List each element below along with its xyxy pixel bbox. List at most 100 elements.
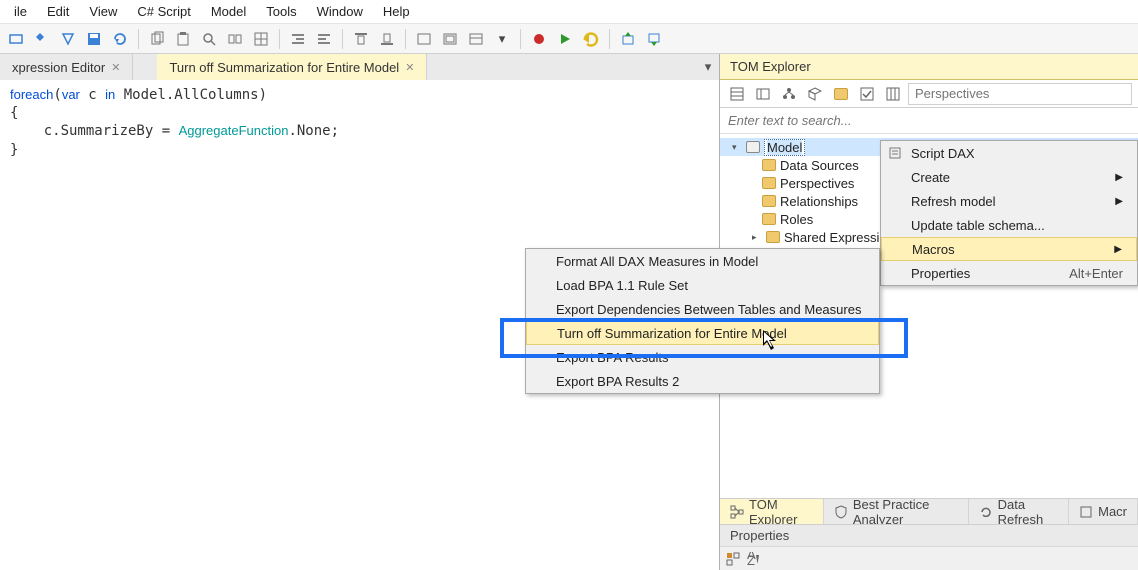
menu-bar: ile Edit View C# Script Model Tools Wind… — [0, 0, 1138, 24]
tree-label: Relationships — [780, 194, 858, 209]
ctx-macros[interactable]: Macros ▶ — [881, 237, 1137, 261]
folder-icon — [762, 213, 776, 225]
refresh-icon — [979, 505, 993, 519]
tree-icon — [730, 505, 744, 519]
ctx-label: Properties — [911, 266, 970, 281]
btab-macros[interactable]: Macr — [1069, 499, 1138, 524]
align-top-icon[interactable] — [349, 27, 373, 51]
ctx-refresh-model[interactable]: Refresh model ▶ — [881, 189, 1137, 213]
ctx-label: Script DAX — [911, 146, 975, 161]
submenu-arrow-icon: ▶ — [1115, 172, 1123, 183]
refresh-icon[interactable] — [108, 27, 132, 51]
tab-label: Macr — [1098, 504, 1127, 519]
btab-bpa[interactable]: Best Practice Analyzer — [824, 499, 969, 524]
menu-model[interactable]: Model — [201, 2, 256, 21]
ctx-label: Macros — [912, 242, 955, 257]
separator — [279, 29, 280, 49]
view-compact-icon[interactable] — [752, 83, 774, 105]
record-icon[interactable] — [527, 27, 551, 51]
view-check-icon[interactable] — [856, 83, 878, 105]
panel2-icon[interactable] — [438, 27, 462, 51]
view-columns-icon[interactable] — [882, 83, 904, 105]
copy-icon[interactable] — [145, 27, 169, 51]
close-icon[interactable]: ✕ — [111, 61, 120, 74]
macro-turn-off-summarization[interactable]: Turn off Summarization for Entire Model — [526, 321, 879, 345]
play-icon[interactable] — [553, 27, 577, 51]
panel3-icon[interactable] — [464, 27, 488, 51]
dropdown-icon[interactable]: ▾ — [490, 27, 514, 51]
btab-refresh[interactable]: Data Refresh — [969, 499, 1069, 524]
btab-tom-explorer[interactable]: TOM Explorer — [720, 499, 824, 524]
menu-tools[interactable]: Tools — [256, 2, 306, 21]
folder-icon[interactable] — [830, 83, 852, 105]
context-menu-macros: Format All DAX Measures in Model Load BP… — [525, 248, 880, 394]
menu-script[interactable]: C# Script — [127, 2, 200, 21]
ctx-script-dax[interactable]: Script DAX — [881, 141, 1137, 165]
menu-view[interactable]: View — [79, 2, 127, 21]
ctx-shortcut: Alt+Enter — [1045, 266, 1123, 281]
folder-icon — [762, 177, 776, 189]
collapse-icon[interactable]: ▾ — [732, 142, 742, 153]
ctx-label: Export BPA Results 2 — [556, 374, 679, 389]
undo-script-icon[interactable] — [579, 27, 603, 51]
categorize-icon[interactable] — [726, 552, 740, 566]
separator — [138, 29, 139, 49]
ctx-label: Export Dependencies Between Tables and M… — [556, 302, 861, 317]
macro-export-deps[interactable]: Export Dependencies Between Tables and M… — [526, 297, 879, 321]
explorer-bottom-tabs: TOM Explorer Best Practice Analyzer Data… — [720, 498, 1138, 524]
ctx-properties[interactable]: Properties Alt+Enter — [881, 261, 1137, 285]
panel1-icon[interactable] — [412, 27, 436, 51]
indent-icon[interactable] — [286, 27, 310, 51]
tab-overflow-icon[interactable]: ▾ — [697, 54, 719, 80]
perspectives-input[interactable] — [908, 83, 1132, 105]
separator — [520, 29, 521, 49]
grid-icon[interactable] — [249, 27, 273, 51]
tab-macro[interactable]: Turn off Summarization for Entire Model … — [157, 54, 427, 80]
tab-label: Best Practice Analyzer — [853, 497, 958, 527]
view-list-icon[interactable] — [726, 83, 748, 105]
close-icon[interactable]: ✕ — [405, 61, 414, 74]
search-icon[interactable] — [197, 27, 221, 51]
import-icon[interactable] — [616, 27, 640, 51]
menu-edit[interactable]: Edit — [37, 2, 79, 21]
macro-format-dax[interactable]: Format All DAX Measures in Model — [526, 249, 879, 273]
ctx-label: Refresh model — [911, 194, 996, 209]
paste-icon[interactable] — [171, 27, 195, 51]
submenu-arrow-icon: ▶ — [1115, 196, 1123, 207]
explorer-search-input[interactable] — [720, 108, 1138, 133]
menu-help[interactable]: Help — [373, 2, 420, 21]
tab-label: TOM Explorer — [749, 497, 813, 527]
separator — [609, 29, 610, 49]
ctx-update-schema[interactable]: Update table schema... — [881, 213, 1137, 237]
deploy-icon[interactable] — [56, 27, 80, 51]
outdent-icon[interactable] — [312, 27, 336, 51]
ctx-create[interactable]: Create ▶ — [881, 165, 1137, 189]
align-bottom-icon[interactable] — [375, 27, 399, 51]
connect-icon[interactable] — [4, 27, 28, 51]
properties-title: Properties — [720, 524, 1138, 546]
macro-export-bpa-2[interactable]: Export BPA Results 2 — [526, 369, 879, 393]
tab-expression-editor[interactable]: xpression Editor ✕ — [0, 54, 133, 80]
export-icon[interactable] — [642, 27, 666, 51]
model-icon — [746, 141, 760, 153]
editor-tabstrip: xpression Editor ✕ Turn off Summarizatio… — [0, 54, 719, 80]
view-cube-icon[interactable] — [804, 83, 826, 105]
tree-label: Perspectives — [780, 176, 854, 191]
expand-icon[interactable]: ▸ — [752, 232, 762, 243]
menu-file[interactable]: ile — [4, 2, 37, 21]
tab-label: Data Refresh — [998, 497, 1058, 527]
open-icon[interactable] — [30, 27, 54, 51]
folder-icon — [766, 231, 780, 243]
sort-icon[interactable]: AZ — [746, 552, 760, 566]
separator — [342, 29, 343, 49]
view-tree-icon[interactable] — [778, 83, 800, 105]
folder-icon — [762, 195, 776, 207]
macro-load-bpa[interactable]: Load BPA 1.1 Rule Set — [526, 273, 879, 297]
tree-label: Shared Expressio — [784, 230, 887, 245]
explorer-toolbar — [720, 80, 1138, 108]
save-icon[interactable] — [82, 27, 106, 51]
macro-export-bpa[interactable]: Export BPA Results — [526, 345, 879, 369]
toggle-icon[interactable] — [223, 27, 247, 51]
menu-window[interactable]: Window — [307, 2, 373, 21]
separator — [405, 29, 406, 49]
